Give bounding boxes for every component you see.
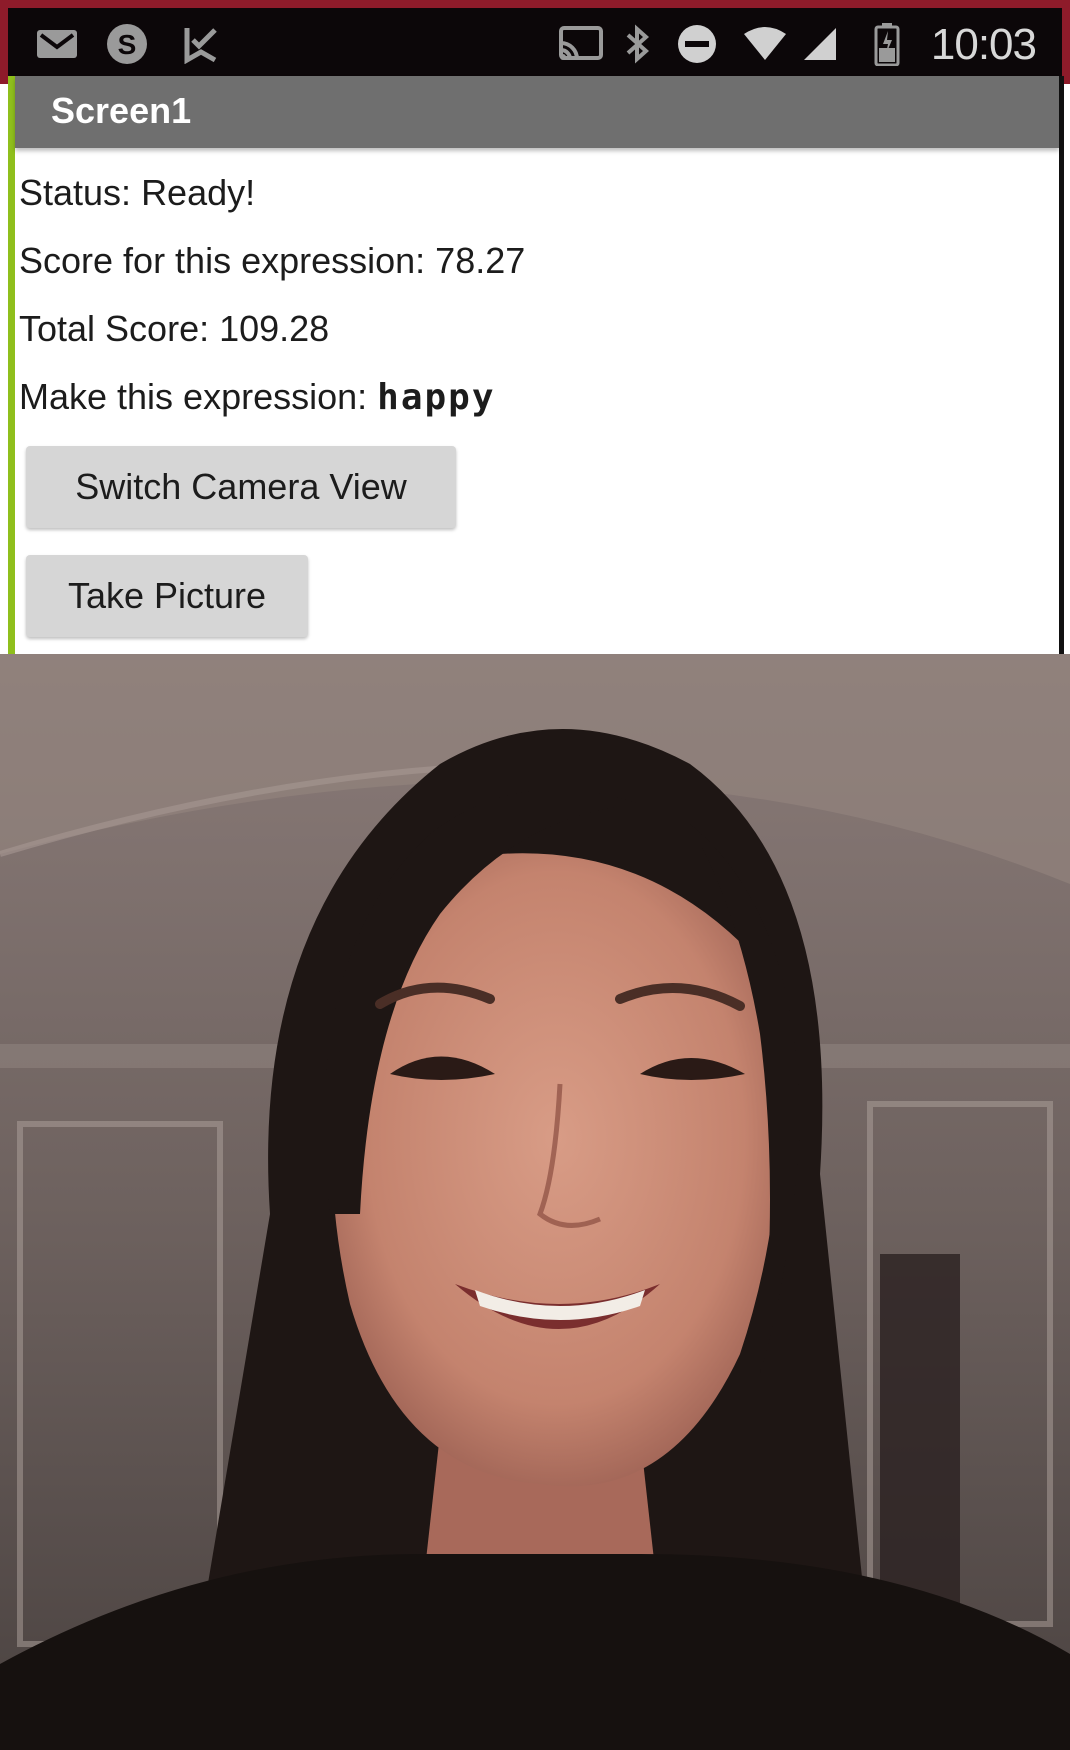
battery-charging-icon (872, 23, 902, 66)
title-bar: Screen1 (15, 76, 1059, 148)
app-window: Screen1 Status: Ready! Score for this ex… (8, 76, 1064, 654)
cast-icon (556, 24, 606, 64)
camera-preview-photo (0, 654, 1070, 1750)
status-label: Status: Ready! (19, 172, 256, 213)
clock-time: 10:03 (930, 20, 1037, 69)
status-bar-left-edge (0, 8, 8, 84)
svg-text:S: S (118, 29, 137, 60)
skype-icon: S (104, 24, 150, 64)
do-not-disturb-icon (674, 24, 720, 64)
status-bar-right-edge (1062, 8, 1070, 84)
expression-prompt-label: Make this expression: (19, 376, 368, 417)
bluetooth-icon (620, 24, 656, 64)
system-status-bar: S 10:03 (0, 0, 1070, 84)
expression-target-value: happy (377, 377, 496, 418)
cell-signal-icon (800, 24, 840, 64)
download-check-icon (178, 24, 224, 64)
switch-camera-view-button[interactable]: Switch Camera View (26, 446, 456, 528)
portrait-illustration (0, 654, 1070, 1750)
wifi-icon (740, 24, 790, 64)
expression-prompt-row: Make this expression: happy (19, 376, 496, 418)
expression-score-label: Score for this expression: 78.27 (19, 240, 526, 281)
take-picture-button[interactable]: Take Picture (26, 555, 308, 637)
gmail-icon (34, 24, 80, 64)
total-score-label: Total Score: 109.28 (19, 308, 330, 349)
screen-title: Screen1 (51, 90, 192, 131)
